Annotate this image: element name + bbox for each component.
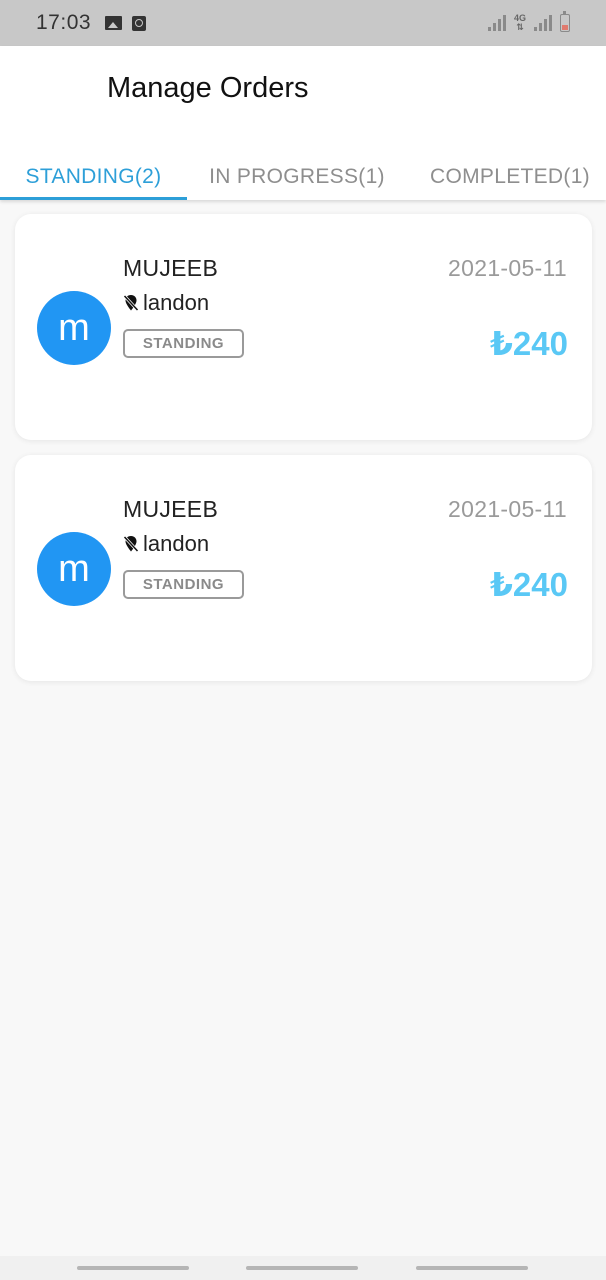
tab-completed[interactable]: COMPLETED(1) xyxy=(410,154,606,200)
signal-icon xyxy=(534,15,552,31)
tab-in-progress[interactable]: IN PROGRESS(1) xyxy=(187,154,407,200)
location-row: landon xyxy=(123,290,209,316)
page-title: Manage Orders xyxy=(107,72,309,104)
order-card[interactable]: m MUJEEB 2021-05-11 landon STANDING ₺240 xyxy=(15,455,592,681)
avatar: m xyxy=(37,532,111,606)
status-badge: STANDING xyxy=(123,570,244,599)
location-row: landon xyxy=(123,531,209,557)
location-off-icon xyxy=(123,294,139,312)
location-text: landon xyxy=(143,290,210,315)
order-date: 2021-05-11 xyxy=(448,255,567,281)
4g-icon: 4G ⇅ xyxy=(513,13,526,32)
order-amount: ₺240 xyxy=(489,325,568,362)
active-tab-indicator xyxy=(0,197,187,200)
clock-icon xyxy=(132,15,147,31)
network-type: 4G xyxy=(513,13,526,23)
system-nav-bar xyxy=(0,1256,606,1280)
status-bar: 17:03 4G ⇅ xyxy=(0,0,606,46)
status-notification-icons xyxy=(105,15,147,31)
battery-icon xyxy=(560,11,570,32)
order-amount: ₺240 xyxy=(489,566,568,603)
nav-home-button[interactable] xyxy=(246,1266,358,1270)
location-off-icon xyxy=(123,535,139,553)
order-tabs: STANDING(2) IN PROGRESS(1) COMPLETED(1) xyxy=(0,154,606,200)
avatar: m xyxy=(37,291,111,365)
order-list: m MUJEEB 2021-05-11 landon STANDING ₺240… xyxy=(15,214,592,696)
location-text: landon xyxy=(143,531,210,556)
signal-icon xyxy=(487,15,506,31)
order-card[interactable]: m MUJEEB 2021-05-11 landon STANDING ₺240 xyxy=(15,214,592,440)
tab-standing[interactable]: STANDING(2) xyxy=(0,154,187,200)
status-time: 17:03 xyxy=(36,11,92,34)
image-icon xyxy=(105,16,123,30)
nav-recents-button[interactable] xyxy=(77,1266,189,1270)
app-bar: Manage Orders STANDING(2) IN PROGRESS(1)… xyxy=(0,46,606,200)
order-date: 2021-05-11 xyxy=(448,496,567,522)
customer-name: MUJEEB xyxy=(123,255,219,281)
status-badge: STANDING xyxy=(123,329,244,358)
status-system-icons: 4G ⇅ xyxy=(487,11,570,32)
nav-back-button[interactable] xyxy=(416,1266,528,1270)
customer-name: MUJEEB xyxy=(123,496,219,522)
